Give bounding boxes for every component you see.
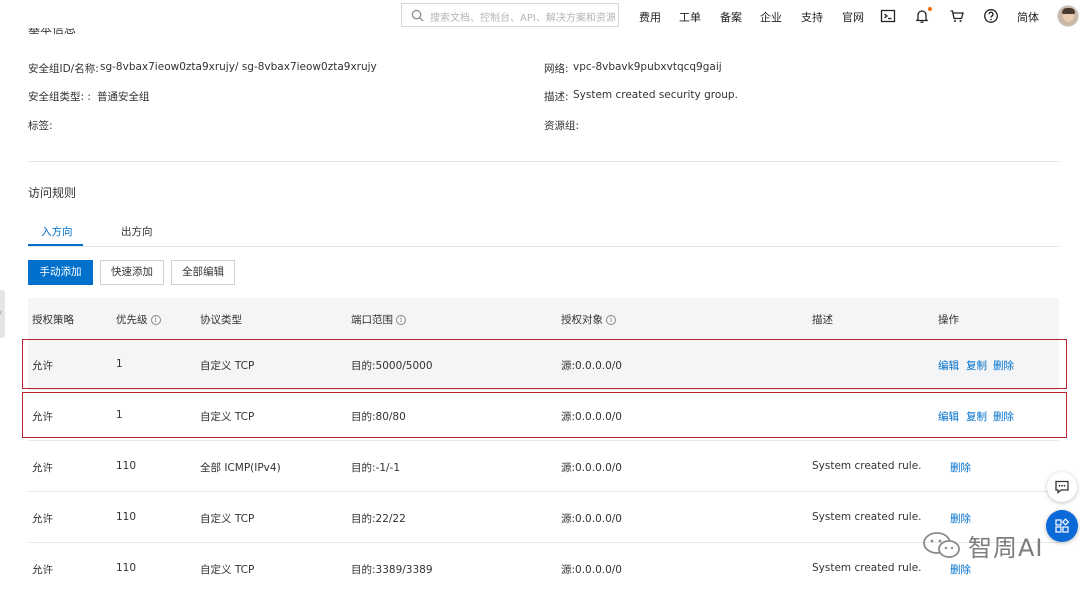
network-value[interactable]: vpc-8vbavk9pubxvtqcq9gaij <box>573 61 722 73</box>
nav-official-site[interactable]: 官网 <box>842 9 864 25</box>
info-icon[interactable]: i <box>396 315 406 325</box>
cell-port: 目的:3389/3389 <box>351 564 433 576</box>
help-icon[interactable] <box>983 8 999 24</box>
nav-enterprise[interactable]: 企业 <box>760 9 782 25</box>
search-input[interactable]: 搜索文档、控制台、API、解决方案和资源 <box>430 9 616 24</box>
row-divider <box>28 491 1059 492</box>
search-icon <box>411 9 424 22</box>
cell-description: System created rule. <box>812 460 922 472</box>
cell-protocol: 自定义 TCP <box>200 564 255 576</box>
sg-type-value: 普通安全组 <box>97 91 150 103</box>
notification-dot <box>928 7 932 11</box>
cell-protocol: 自定义 TCP <box>200 513 255 525</box>
apps-button[interactable] <box>1046 510 1078 542</box>
row-divider <box>28 542 1059 543</box>
cell-description: System created rule. <box>812 562 922 574</box>
language-switch[interactable]: 简体 <box>1017 9 1039 25</box>
delete-link[interactable]: 删除 <box>950 460 971 475</box>
highlight-box <box>22 339 1067 389</box>
col-protocol: 协议类型 <box>200 314 242 326</box>
wechat-logo-icon <box>923 532 960 558</box>
col-actions: 操作 <box>938 314 959 326</box>
col-port-range: 端口范围 i <box>351 312 406 327</box>
cell-target: 源:0.0.0.0/0 <box>561 564 622 576</box>
row-divider <box>28 389 1059 390</box>
delete-link[interactable]: 删除 <box>950 511 971 526</box>
delete-link[interactable]: 删除 <box>950 562 971 577</box>
nav-icp-filing[interactable]: 备案 <box>720 9 742 25</box>
nav-support[interactable]: 支持 <box>801 9 823 25</box>
description-label: 描述: <box>544 91 569 103</box>
tags-label: 标签: <box>28 120 53 132</box>
cell-target: 源:0.0.0.0/0 <box>561 462 622 474</box>
nav-tickets[interactable]: 工单 <box>679 9 701 25</box>
description-value: System created security group. <box>573 89 738 101</box>
tab-outbound[interactable]: 出方向 <box>121 224 153 239</box>
cell-priority: 110 <box>116 460 137 472</box>
manual-add-button[interactable]: 手动添加 <box>28 260 93 285</box>
watermark-text: 智周AI <box>968 534 1044 562</box>
cell-priority: 110 <box>116 562 137 574</box>
tabs-divider <box>28 246 1059 247</box>
info-icon[interactable]: i <box>150 315 161 325</box>
watermark: 智周AI <box>920 528 1050 562</box>
chat-icon <box>1055 480 1069 494</box>
apps-icon <box>1055 518 1070 533</box>
sg-type-label: 安全组类型: : <box>28 91 91 103</box>
info-icon[interactable]: i <box>606 315 616 325</box>
col-description: 描述 <box>812 314 833 326</box>
avatar-hair <box>1062 8 1075 14</box>
access-rules-title: 访问规则 <box>28 186 77 200</box>
section-divider <box>28 161 1059 162</box>
sidebar-collapse-handle[interactable]: ‹ <box>0 290 5 338</box>
feedback-button[interactable] <box>1047 472 1077 502</box>
quick-add-button[interactable]: 快速添加 <box>100 260 164 285</box>
avatar[interactable] <box>1057 5 1079 27</box>
col-target: 授权对象 i <box>561 312 616 327</box>
edit-all-button[interactable]: 全部编辑 <box>171 260 235 285</box>
sg-id-value: sg-8vbax7ieow0zta9xrujy/ sg-8vbax7ieow0z… <box>100 61 377 73</box>
table-header <box>28 298 1059 338</box>
search-box[interactable]: 搜索文档、控制台、API、解决方案和资源 <box>401 3 619 27</box>
basic-info-title: 基本信息 <box>28 28 77 36</box>
tab-inbound[interactable]: 入方向 <box>41 224 73 239</box>
cell-port: 目的:22/22 <box>351 513 406 525</box>
cell-protocol: 全部 ICMP(IPv4) <box>200 462 281 474</box>
nav-fees[interactable]: 费用 <box>639 9 661 25</box>
col-policy: 授权策略 <box>32 314 74 326</box>
terminal-icon[interactable] <box>880 8 896 24</box>
sg-id-label: 安全组ID/名称: <box>28 63 99 75</box>
chevron-left-icon: ‹ <box>0 308 3 318</box>
network-label: 网络: <box>544 63 569 75</box>
cell-port: 目的:-1/-1 <box>351 462 401 474</box>
row-divider <box>28 440 1059 441</box>
cart-icon[interactable] <box>949 8 965 24</box>
cell-target: 源:0.0.0.0/0 <box>561 513 622 525</box>
top-navigation-bar: 搜索文档、控制台、API、解决方案和资源 费用 工单 备案 企业 支持 官网 简… <box>0 0 1080 32</box>
cell-description: System created rule. <box>812 511 922 523</box>
highlight-box <box>22 392 1067 438</box>
resource-group-label: 资源组: <box>544 120 580 132</box>
cell-policy: 允许 <box>32 513 53 525</box>
cell-priority: 110 <box>116 511 137 523</box>
cell-policy: 允许 <box>32 564 53 576</box>
col-priority: 优先级 i <box>116 312 161 327</box>
cell-policy: 允许 <box>32 462 53 474</box>
